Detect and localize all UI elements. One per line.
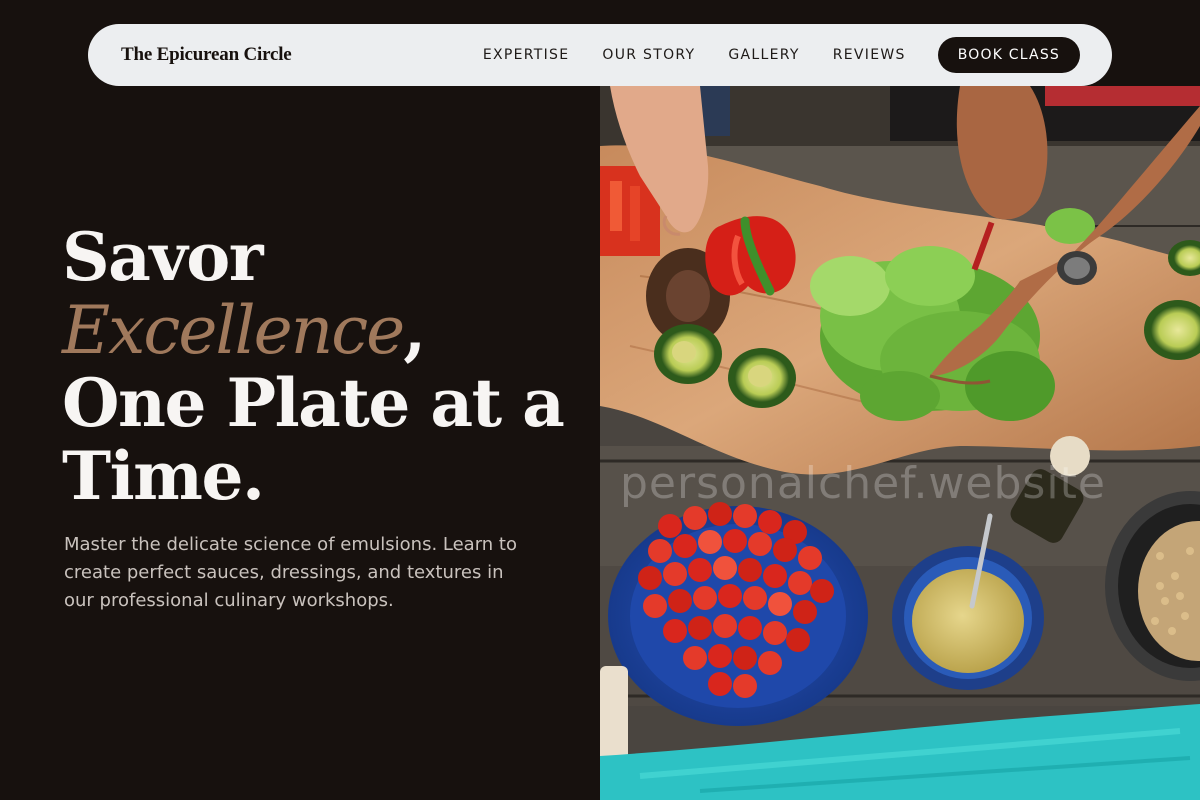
nav-link-reviews[interactable]: REVIEWS bbox=[833, 47, 906, 63]
headline-accent: Excellence bbox=[62, 292, 405, 369]
hero-subtext: Master the delicate science of emulsions… bbox=[64, 534, 517, 611]
hero-food-image bbox=[600, 86, 1200, 800]
nav-link-our-story[interactable]: OUR STORY bbox=[602, 47, 695, 63]
nav-links: EXPERTISE OUR STORY GALLERY REVIEWS bbox=[483, 47, 906, 63]
nav-link-expertise[interactable]: EXPERTISE bbox=[483, 47, 570, 63]
hero-section: Savor Excellence, One Plate at a Time. M… bbox=[0, 0, 600, 800]
headline-comma: , bbox=[403, 291, 426, 369]
nav-link-gallery[interactable]: GALLERY bbox=[728, 47, 799, 63]
headline-line-4: Time. bbox=[62, 437, 265, 515]
brand-logo[interactable]: The Epicurean Circle bbox=[121, 44, 292, 66]
hero-headline: Savor Excellence, One Plate at a Time. bbox=[62, 221, 582, 513]
headline-line-1: Savor bbox=[62, 218, 264, 296]
headline-line-2: Excellence, bbox=[62, 291, 582, 369]
food-prep-illustration bbox=[600, 86, 1200, 800]
book-class-button[interactable]: BOOK CLASS bbox=[937, 37, 1080, 73]
headline-line-3: One Plate at a bbox=[62, 364, 565, 442]
top-nav: The Epicurean Circle EXPERTISE OUR STORY… bbox=[88, 24, 1112, 86]
